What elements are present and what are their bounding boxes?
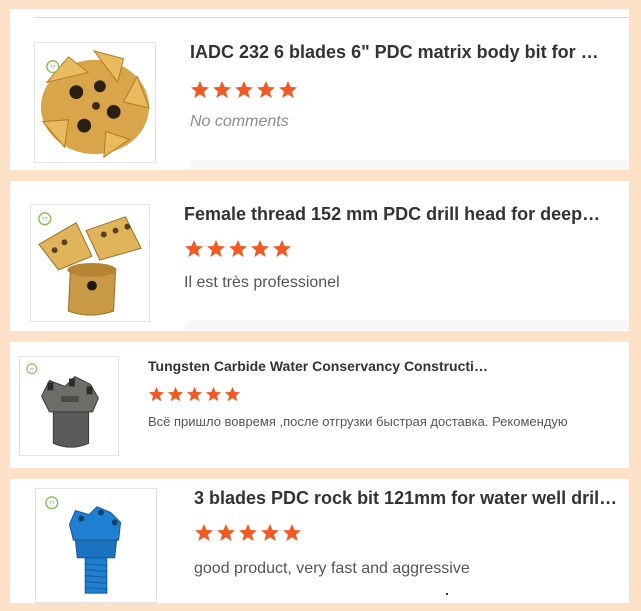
pdc-drill-head-image: 77 [38, 212, 142, 316]
star-rating [148, 386, 241, 403]
review-comment: No comments [190, 113, 289, 130]
star-icon [217, 524, 235, 541]
svg-text:77: 77 [30, 367, 34, 372]
review-comment: good product, very fast and aggressive [194, 560, 470, 577]
svg-text:77: 77 [49, 501, 55, 507]
star-rating [184, 239, 292, 259]
star-icon [224, 386, 241, 402]
review-card-2: 77 Female thread 152 mm PDC drill head f… [10, 181, 629, 331]
star-icon [229, 240, 247, 257]
star-icon [251, 240, 269, 257]
product-thumbnail[interactable]: 77 [19, 356, 119, 456]
product-title[interactable]: 3 blades PDC rock bit 121mm for water we… [194, 488, 619, 509]
card-divider [34, 17, 629, 18]
star-icon [283, 524, 301, 541]
review-comment: Всё пришло вовремя ,после отгрузки быстр… [148, 414, 568, 429]
star-icon [167, 386, 184, 402]
star-icon [239, 524, 257, 541]
star-icon [235, 81, 253, 98]
star-icon [195, 524, 213, 541]
star-icon [257, 81, 275, 98]
star-icon [213, 81, 231, 98]
product-title[interactable]: Female thread 152 mm PDC drill head for … [184, 204, 604, 225]
product-thumbnail[interactable]: 77 [35, 488, 157, 603]
product-thumbnail[interactable]: 77 [30, 204, 150, 322]
star-icon [185, 240, 203, 257]
three-blade-pdc-rock-bit-image: 77 [45, 496, 122, 594]
product-thumbnail[interactable]: 77 [34, 42, 156, 163]
review-card-1: 77 IADC 232 6 blades 6" PDC matrix body … [10, 9, 629, 170]
star-icon [205, 386, 222, 402]
star-icon [186, 386, 203, 402]
star-icon [261, 524, 279, 541]
review-card-3: 77 Tungsten Carbide Water Conservancy Co… [10, 342, 629, 468]
star-rating [190, 80, 298, 100]
star-icon [191, 81, 209, 98]
review-comment: Il est très professionel [184, 274, 340, 291]
star-icon [273, 240, 291, 257]
star-icon [148, 386, 165, 402]
star-icon [207, 240, 225, 257]
svg-text:77: 77 [50, 65, 56, 71]
review-card-4: 77 3 blades PDC rock bit 121mm for water… [10, 479, 629, 603]
reply-strip [184, 320, 629, 330]
tungsten-carbide-bit-image: 77 [26, 363, 99, 448]
product-title[interactable]: Tungsten Carbide Water Conservancy Const… [148, 358, 488, 374]
star-rating [194, 523, 302, 543]
star-icon [279, 81, 297, 98]
reply-strip [190, 160, 629, 170]
six-blade-pdc-bit-image: 77 [40, 50, 150, 159]
stray-dot [446, 593, 448, 595]
svg-text:77: 77 [42, 217, 48, 223]
product-title[interactable]: IADC 232 6 blades 6" PDC matrix body bit… [190, 42, 608, 63]
